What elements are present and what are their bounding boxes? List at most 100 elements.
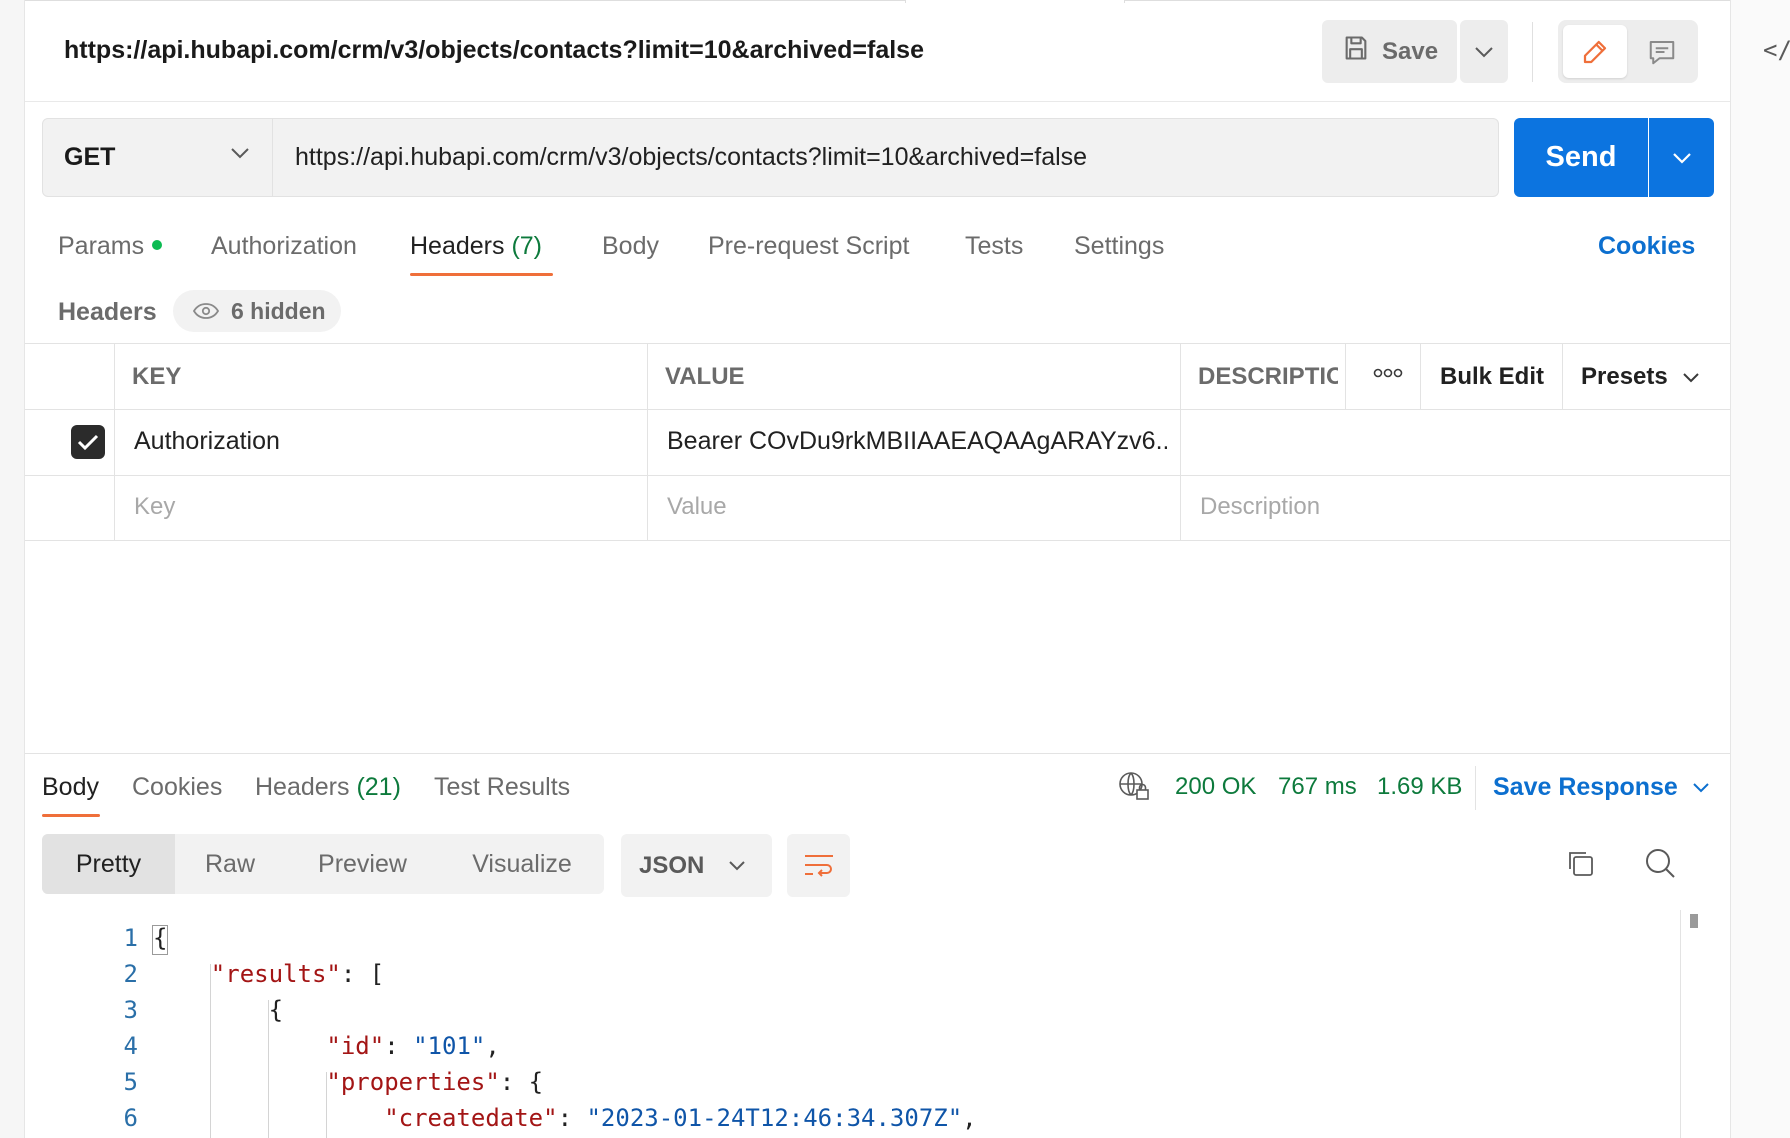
table-divider <box>1562 343 1563 409</box>
tab-headers[interactable]: Headers (7) <box>410 232 542 261</box>
code-text: "createdate": "2023-01-24T12:46:34.307Z"… <box>153 1104 977 1132</box>
code-scrollbar[interactable] <box>1680 910 1681 1138</box>
search-button[interactable] <box>1640 843 1680 883</box>
comment-mode-button[interactable] <box>1630 25 1694 78</box>
tab-body[interactable]: Body <box>602 232 659 261</box>
header-enabled-checkbox[interactable] <box>71 425 105 459</box>
table-divider <box>1180 343 1181 541</box>
hidden-headers-toggle[interactable]: 6 hidden <box>173 290 341 332</box>
response-size[interactable]: 1.69 KB <box>1377 773 1462 801</box>
header-divider <box>1532 22 1533 82</box>
response-tab-test-results[interactable]: Test Results <box>434 773 570 802</box>
table-border <box>25 540 1730 541</box>
headers-table: KEY VALUE DESCRIPTIO Bulk Edit Presets A… <box>25 343 1730 541</box>
edit-mode-button[interactable] <box>1563 25 1627 78</box>
save-response-label: Save Response <box>1493 773 1678 801</box>
code-line: 3 { <box>25 996 1715 1032</box>
line-number: 1 <box>123 924 138 952</box>
tab-tests[interactable]: Tests <box>965 232 1023 261</box>
json-key: "id" <box>326 1032 385 1060</box>
wrap-lines-button[interactable] <box>787 834 850 897</box>
send-options-dropdown[interactable] <box>1649 118 1714 197</box>
line-number: 3 <box>123 996 138 1024</box>
presets-label: Presets <box>1581 363 1668 390</box>
tab-authorization[interactable]: Authorization <box>211 232 357 261</box>
bracket-match-highlight <box>152 925 168 955</box>
tab-params[interactable]: Params <box>58 232 163 261</box>
chevron-down-icon <box>729 861 746 871</box>
code-text: "results": [ <box>153 960 384 988</box>
line-number: 5 <box>123 1068 138 1096</box>
left-gutter <box>0 0 25 1138</box>
chevron-down-icon <box>1672 152 1691 164</box>
bulk-edit-button[interactable]: Bulk Edit <box>1440 363 1544 391</box>
save-response-button[interactable]: Save Response <box>1493 773 1710 802</box>
view-mode-preview[interactable]: Preview <box>295 834 430 894</box>
code-text: "properties": { <box>153 1068 543 1096</box>
new-key-input[interactable]: Key <box>134 493 175 521</box>
json-string: "101" <box>413 1032 486 1060</box>
format-select[interactable]: JSON <box>621 834 772 897</box>
presets-dropdown[interactable]: Presets <box>1581 363 1700 391</box>
response-status-code[interactable]: 200 OK <box>1175 773 1256 801</box>
json-punct: : [ <box>340 960 385 988</box>
more-horizontal-icon <box>1373 368 1403 378</box>
status-divider <box>1475 766 1476 810</box>
tab-pre-request-script[interactable]: Pre-request Script <box>708 232 909 261</box>
request-title[interactable]: https://api.hubapi.com/crm/v3/objects/co… <box>64 36 924 65</box>
save-button[interactable]: Save <box>1322 20 1457 83</box>
cookies-link[interactable]: Cookies <box>1598 232 1695 261</box>
line-number: 6 <box>123 1104 138 1132</box>
tab-settings[interactable]: Settings <box>1074 232 1164 261</box>
json-punct: : <box>557 1104 587 1132</box>
code-icon[interactable]: </> <box>1763 36 1790 64</box>
url-input[interactable]: https://api.hubapi.com/crm/v3/objects/co… <box>273 118 1499 197</box>
response-tab-headers[interactable]: Headers (21) <box>255 773 401 802</box>
send-button[interactable]: Send <box>1514 118 1648 197</box>
code-line: 1 { <box>25 924 1715 960</box>
globe-lock-icon[interactable] <box>1117 770 1151 809</box>
column-header-value: VALUE <box>665 363 745 390</box>
tab-params-label: Params <box>58 232 145 260</box>
column-header-description: DESCRIPTIO <box>1198 363 1338 390</box>
copy-button[interactable] <box>1560 843 1600 883</box>
response-tab-body[interactable]: Body <box>42 773 99 802</box>
tab-headers-count: (7) <box>511 232 543 260</box>
table-border <box>25 343 1730 344</box>
eye-icon <box>193 303 219 319</box>
json-punct: : <box>384 1032 414 1060</box>
json-punct: : { <box>499 1068 544 1096</box>
chevron-down-icon <box>1693 783 1709 793</box>
header-key-cell[interactable]: Authorization <box>134 427 280 456</box>
tab-headers-label: Headers <box>410 232 505 260</box>
response-tab-cookies[interactable]: Cookies <box>132 773 222 802</box>
json-key: "createdate" <box>384 1104 558 1132</box>
view-mode-visualize[interactable]: Visualize <box>452 834 592 894</box>
floppy-disk-icon <box>1342 34 1370 69</box>
header-value-cell[interactable]: Bearer COvDu9rkMBIIAAEAQAAgARAYzv6... <box>667 427 1167 456</box>
active-tab-strip <box>905 0 1125 3</box>
code-text: { <box>153 996 283 1024</box>
view-mode-pretty[interactable]: Pretty <box>42 834 175 894</box>
line-number: 2 <box>123 960 138 988</box>
method-select[interactable]: GET <box>42 118 273 197</box>
save-options-dropdown[interactable] <box>1460 20 1508 83</box>
more-options-button[interactable] <box>1368 363 1408 383</box>
hidden-headers-label: 6 hidden <box>231 297 326 324</box>
json-punct: , <box>962 1104 977 1132</box>
params-active-dot <box>152 240 163 251</box>
new-value-input[interactable]: Value <box>667 493 727 521</box>
response-code-viewer[interactable]: 1 { 2 "results": [ 3 { 4 "id": "101", 5 … <box>25 910 1715 1138</box>
column-header-key: KEY <box>132 363 182 390</box>
search-icon <box>1646 849 1675 878</box>
copy-icon <box>1569 852 1593 876</box>
format-value: JSON <box>639 851 705 879</box>
response-tab-headers-count: (21) <box>356 773 401 801</box>
json-key: "properties" <box>326 1068 500 1096</box>
response-time[interactable]: 767 ms <box>1278 773 1357 801</box>
new-description-input[interactable]: Description <box>1200 493 1320 521</box>
json-punct: , <box>485 1032 500 1060</box>
pencil-icon <box>1583 40 1607 63</box>
view-mode-raw[interactable]: Raw <box>175 834 285 894</box>
code-scroll-thumb[interactable] <box>1690 914 1698 928</box>
